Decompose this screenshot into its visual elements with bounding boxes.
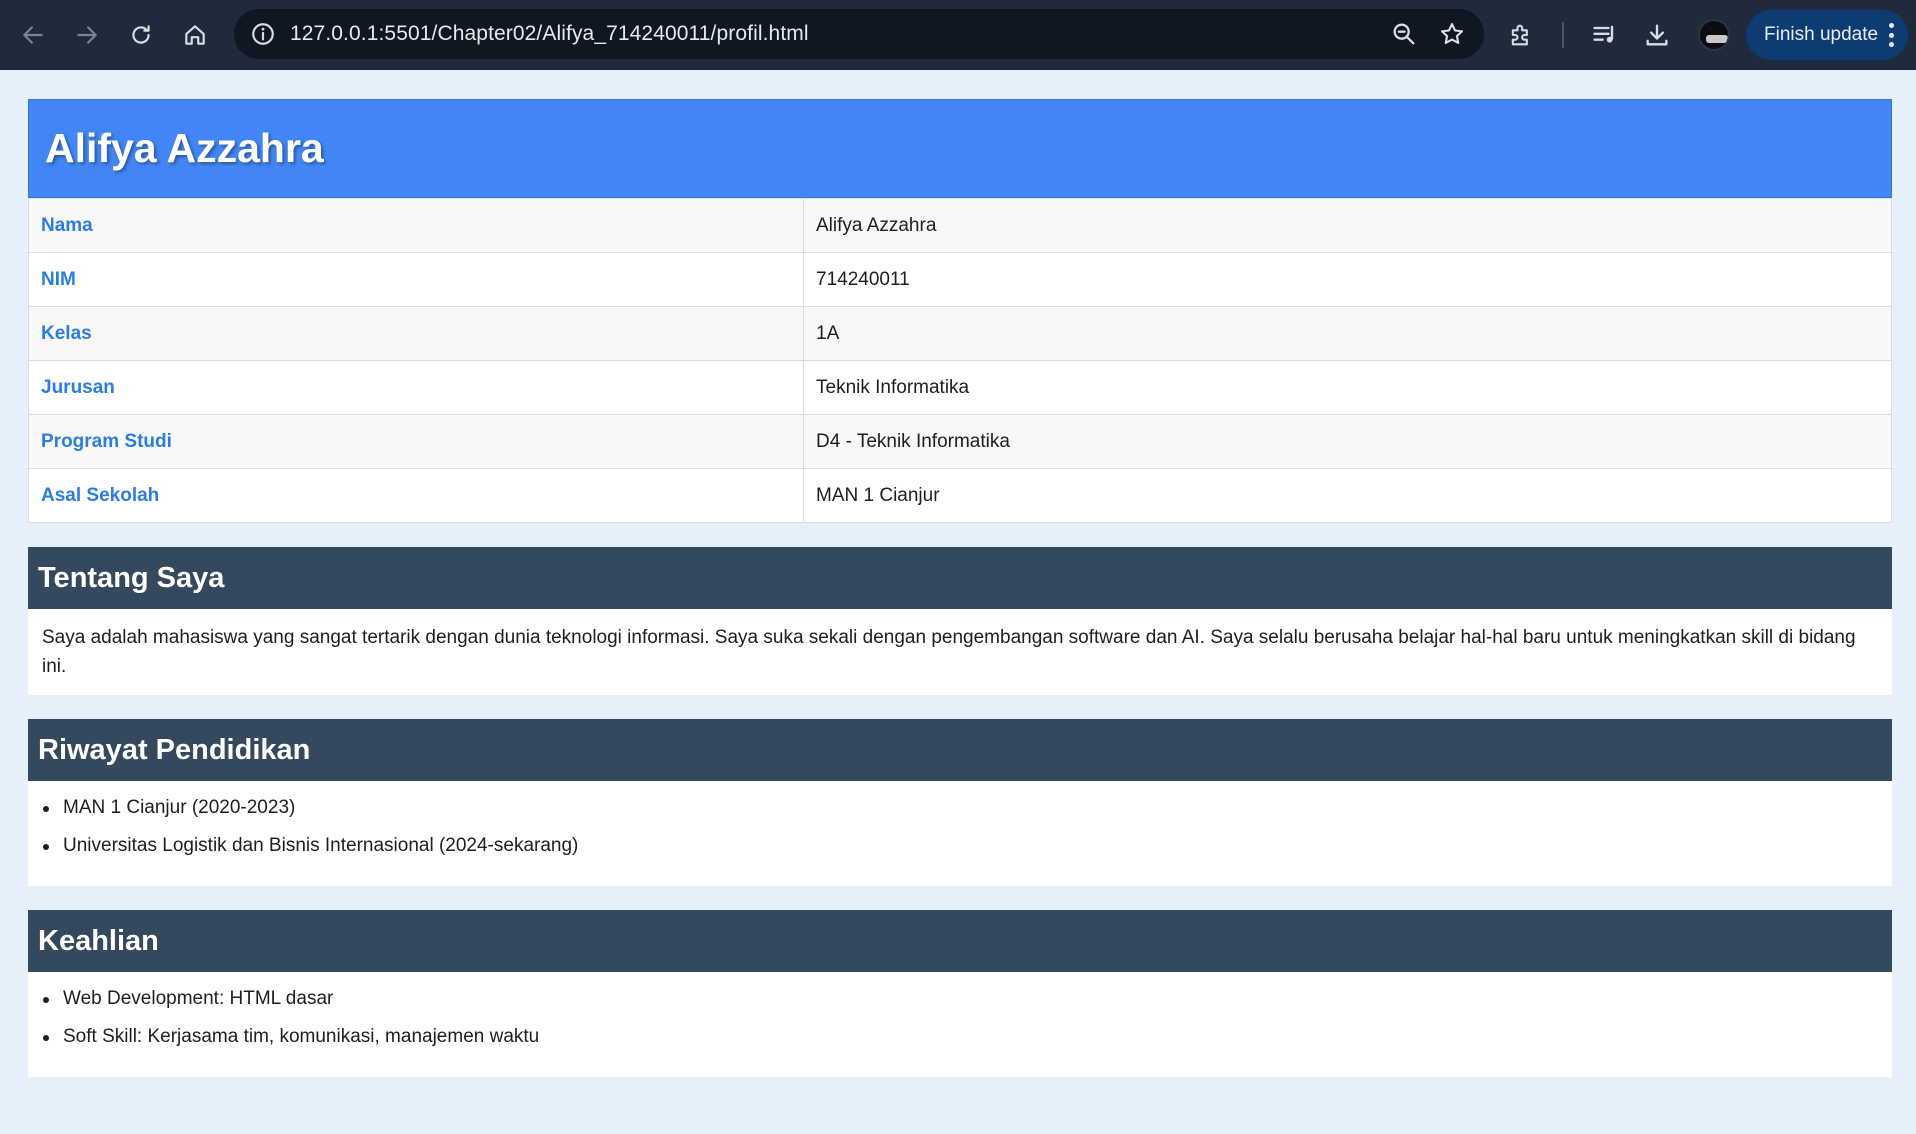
table-row: Program Studi D4 - Teknik Informatika	[28, 414, 1892, 469]
row-value-program-studi: D4 - Teknik Informatika	[803, 414, 1892, 469]
profile-avatar[interactable]	[1698, 19, 1730, 51]
list-item: Soft Skill: Kerjasama tim, komunikasi, m…	[43, 1025, 1892, 1049]
row-value-kelas: 1A	[803, 306, 1892, 361]
back-button[interactable]	[6, 8, 60, 62]
list-item: Web Development: HTML dasar	[43, 987, 1892, 1011]
finish-update-label: Finish update	[1764, 24, 1879, 45]
download-icon	[1646, 24, 1668, 46]
browser-toolbar: 127.0.0.1:5501/Chapter02/Alifya_71424001…	[0, 0, 1916, 70]
row-label-kelas: Kelas	[28, 306, 804, 361]
toolbar-divider	[1562, 22, 1564, 48]
education-list: MAN 1 Cianjur (2020-2023) Universitas Lo…	[28, 781, 1892, 886]
row-label-asal-sekolah: Asal Sekolah	[28, 468, 804, 523]
table-row: NIM 714240011	[28, 252, 1892, 307]
row-label-program-studi: Program Studi	[28, 414, 804, 469]
profile-page: Alifya Azzahra Nama Alifya Azzahra NIM 7…	[28, 99, 1892, 1077]
profile-header: Alifya Azzahra	[28, 99, 1892, 198]
table-row: Asal Sekolah MAN 1 Cianjur	[28, 468, 1892, 523]
home-icon	[185, 25, 205, 45]
zoom-icon[interactable]	[1390, 20, 1418, 48]
media-playlist-icon	[1593, 25, 1614, 43]
back-arrow-icon	[23, 26, 43, 44]
home-button[interactable]	[168, 8, 222, 62]
profile-title: Alifya Azzahra	[45, 125, 324, 171]
extensions-icon	[1511, 24, 1528, 46]
table-row: Jurusan Teknik Informatika	[28, 360, 1892, 415]
list-item: MAN 1 Cianjur (2020-2023)	[43, 796, 1892, 820]
site-info-icon[interactable]	[248, 19, 278, 49]
row-value-asal-sekolah: MAN 1 Cianjur	[803, 468, 1892, 523]
list-item: Universitas Logistik dan Bisnis Internas…	[43, 834, 1892, 858]
forward-button[interactable]	[60, 8, 114, 62]
extensions-button[interactable]	[1494, 8, 1548, 62]
about-text: Saya adalah mahasiswa yang sangat tertar…	[42, 627, 1856, 677]
skills-section-header: Keahlian	[28, 910, 1892, 972]
row-label-nim: NIM	[28, 252, 804, 307]
forward-arrow-icon	[77, 26, 97, 44]
address-bar[interactable]: 127.0.0.1:5501/Chapter02/Alifya_71424001…	[234, 9, 1484, 59]
skills-section: Keahlian Web Development: HTML dasar Sof…	[28, 910, 1892, 1077]
reload-button[interactable]	[114, 8, 168, 62]
finish-update-button[interactable]: Finish update	[1746, 10, 1908, 60]
media-controls-button[interactable]	[1578, 8, 1632, 62]
row-label-nama: Nama	[28, 198, 804, 253]
kebab-menu-icon[interactable]	[1888, 23, 1894, 47]
row-value-nim: 714240011	[803, 252, 1892, 307]
education-heading: Riwayat Pendidikan	[38, 733, 311, 766]
bookmark-star-icon[interactable]	[1438, 20, 1466, 48]
profile-info-table: Nama Alifya Azzahra NIM 714240011 Kelas …	[28, 198, 1892, 523]
table-row: Nama Alifya Azzahra	[28, 198, 1892, 253]
education-section: Riwayat Pendidikan MAN 1 Cianjur (2020-2…	[28, 719, 1892, 886]
url-text[interactable]: 127.0.0.1:5501/Chapter02/Alifya_71424001…	[290, 22, 809, 46]
table-row: Kelas 1A	[28, 306, 1892, 361]
skills-list: Web Development: HTML dasar Soft Skill: …	[28, 972, 1892, 1077]
row-label-jurusan: Jurusan	[28, 360, 804, 415]
reload-icon	[132, 25, 150, 44]
downloads-button[interactable]	[1630, 8, 1684, 62]
skills-heading: Keahlian	[38, 924, 159, 957]
about-section-header: Tentang Saya	[28, 547, 1892, 609]
education-section-header: Riwayat Pendidikan	[28, 719, 1892, 781]
about-section: Tentang Saya Saya adalah mahasiswa yang …	[28, 547, 1892, 695]
about-heading: Tentang Saya	[38, 561, 225, 594]
row-value-jurusan: Teknik Informatika	[803, 360, 1892, 415]
row-value-nama: Alifya Azzahra	[803, 198, 1892, 253]
